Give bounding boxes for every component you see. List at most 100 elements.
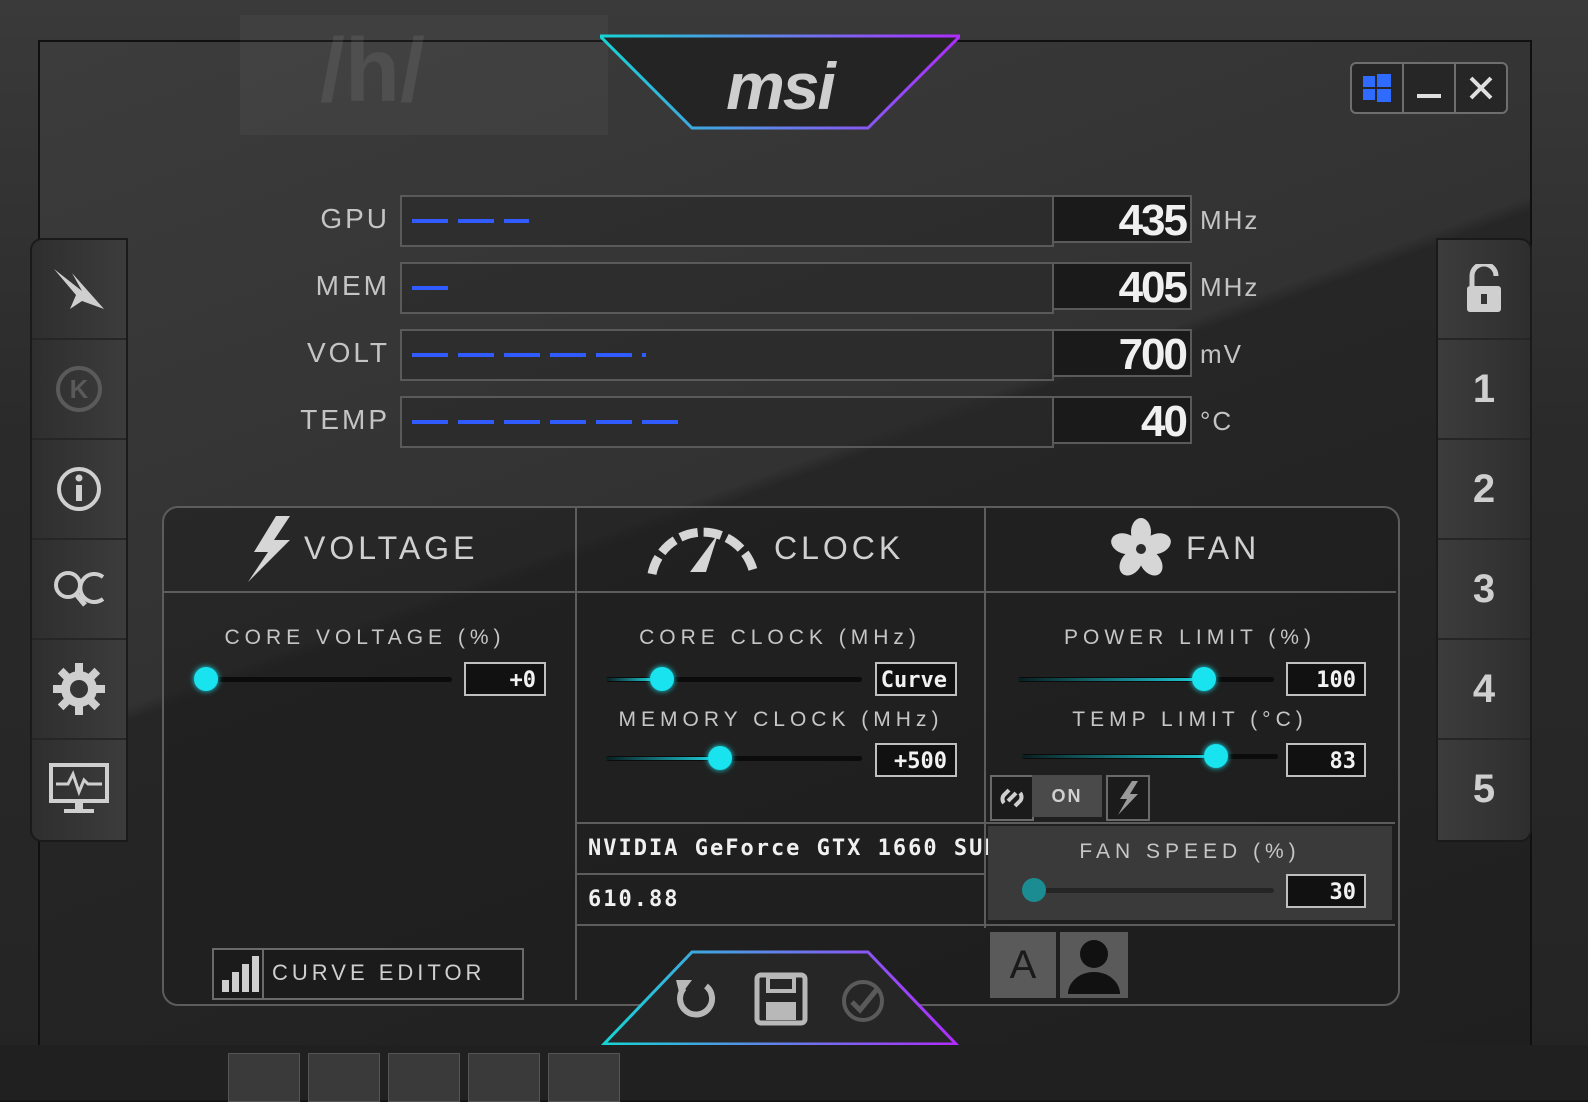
- taskbar-tile: [228, 1053, 300, 1102]
- monitor-icon: [49, 763, 109, 813]
- k-circle-icon: K: [56, 366, 102, 412]
- fan-speed-input[interactable]: 30: [1286, 874, 1366, 908]
- lightning-icon: [248, 516, 290, 582]
- windows-logo-button[interactable]: [1352, 64, 1404, 112]
- core-clock-input[interactable]: Curve: [875, 662, 957, 696]
- sidebar-kombustor[interactable]: K: [32, 340, 126, 440]
- taskbar-tile: [468, 1053, 540, 1102]
- metric-label: VOLT: [306, 337, 390, 368]
- memory-clock-label: MEMORY CLOCK (MHz): [618, 708, 944, 731]
- profile-button-4[interactable]: 4: [1438, 640, 1530, 740]
- curve-editor-divider: [262, 950, 264, 998]
- taskbar-fragment: [0, 1045, 1588, 1102]
- msi-logo: msi: [726, 49, 836, 123]
- apply-button[interactable]: [840, 978, 886, 1024]
- metric-value: 435: [1052, 195, 1192, 245]
- fan-user-button[interactable]: [1060, 932, 1128, 998]
- reset-icon: [676, 980, 716, 1018]
- metric-graph: [400, 329, 1054, 381]
- save-button[interactable]: [754, 972, 808, 1026]
- power-limit-input[interactable]: 100: [1286, 662, 1366, 696]
- metric-label: TEMP: [300, 404, 390, 435]
- fan-auto-button[interactable]: A: [990, 932, 1056, 998]
- bar-chart-icon: [222, 956, 259, 992]
- core-clock-knob[interactable]: [649, 667, 674, 691]
- divider: [577, 822, 1395, 824]
- close-icon: [1469, 76, 1493, 100]
- profile-button-5[interactable]: 5: [1438, 740, 1530, 838]
- right-sidebar: 1 2 3 4 5: [1436, 238, 1532, 842]
- divider: [575, 508, 577, 1000]
- core-clock-label: CORE CLOCK (MHz): [639, 626, 921, 649]
- taskbar-tile: [308, 1053, 380, 1102]
- sidebar-oc[interactable]: [32, 540, 126, 640]
- reset-button[interactable]: [670, 972, 720, 1026]
- profile-button-3[interactable]: 3: [1438, 540, 1530, 640]
- metric-label: GPU: [320, 203, 390, 234]
- metric-graph-line: [412, 420, 679, 424]
- taskbar-tile: [388, 1053, 460, 1102]
- metric-graph-line: [412, 353, 646, 357]
- lightning-small-icon: [1118, 781, 1138, 815]
- minimize-icon: [1417, 94, 1441, 98]
- profile-number: 1: [1472, 366, 1496, 411]
- temp-limit-input[interactable]: 83: [1286, 743, 1366, 777]
- watermark-text: /h/: [320, 21, 425, 121]
- unlock-icon: [1467, 264, 1501, 312]
- metric-value: 700: [1052, 329, 1192, 379]
- link-on-toggle[interactable]: ON: [1032, 775, 1102, 817]
- speedometer-icon: [647, 527, 759, 575]
- left-sidebar: K: [30, 238, 128, 842]
- sidebar-monitor[interactable]: [32, 740, 126, 838]
- link-state: ON: [1051, 786, 1083, 806]
- temp-limit-knob[interactable]: [1203, 744, 1228, 768]
- apply-check-icon: [842, 980, 884, 1022]
- gear-icon: [53, 663, 105, 715]
- profile-number: 4: [1472, 666, 1496, 711]
- metric-value: 40: [1052, 396, 1192, 446]
- profile-number: 2: [1472, 466, 1496, 511]
- metric-unit: °C: [1200, 406, 1234, 436]
- metric-label: MEM: [315, 270, 390, 301]
- power-limit-knob[interactable]: [1192, 667, 1217, 691]
- link-icon: [1000, 788, 1024, 808]
- link-button[interactable]: [990, 775, 1034, 821]
- sidebar-oc-scanner[interactable]: [32, 240, 126, 340]
- core-voltage-input[interactable]: +0: [464, 662, 546, 696]
- metric-graph: [400, 195, 1054, 247]
- fan-speed-label: FAN SPEED (%): [1079, 840, 1301, 863]
- sidebar-info[interactable]: [32, 440, 126, 540]
- power-limit-label: POWER LIMIT (%): [1064, 626, 1316, 649]
- clock-header: CLOCK: [774, 530, 905, 566]
- divider: [577, 924, 1395, 926]
- taskbar-tile: [548, 1053, 620, 1102]
- metric-graph-line: [412, 219, 529, 223]
- metric-graph: [400, 396, 1054, 448]
- profile-button-1[interactable]: 1: [1438, 340, 1530, 440]
- core-voltage-knob[interactable]: [194, 667, 218, 691]
- sidebar-settings[interactable]: [32, 640, 126, 740]
- memory-clock-input[interactable]: +500: [875, 743, 957, 777]
- windows-logo-icon: [1363, 74, 1391, 102]
- profile-number: 3: [1472, 566, 1496, 611]
- user-icon: [1068, 940, 1120, 994]
- divider: [164, 591, 1396, 593]
- profile-lock-button[interactable]: [1438, 240, 1530, 340]
- power-link-button[interactable]: [1106, 775, 1150, 821]
- core-voltage-label: CORE VOLTAGE (%): [224, 626, 506, 649]
- fan-speed-knob[interactable]: [1022, 878, 1046, 902]
- profile-number: 5: [1472, 766, 1496, 811]
- svg-text:K: K: [70, 374, 89, 404]
- msi-dragon-icon: [54, 269, 104, 309]
- curve-editor-button[interactable]: CURVE EDITOR: [212, 948, 524, 1000]
- profile-button-2[interactable]: 2: [1438, 440, 1530, 540]
- metric-graph-line: [412, 286, 451, 290]
- oc-search-icon: [54, 571, 105, 607]
- fan-header: FAN: [1186, 530, 1261, 566]
- close-button[interactable]: [1456, 64, 1506, 112]
- metric-unit: mV: [1200, 339, 1243, 369]
- fan-auto-label: A: [1009, 943, 1037, 987]
- fan-speed-panel: FAN SPEED (%) 30: [988, 826, 1392, 920]
- minimize-button[interactable]: [1404, 64, 1456, 112]
- voltage-header: VOLTAGE: [304, 530, 479, 566]
